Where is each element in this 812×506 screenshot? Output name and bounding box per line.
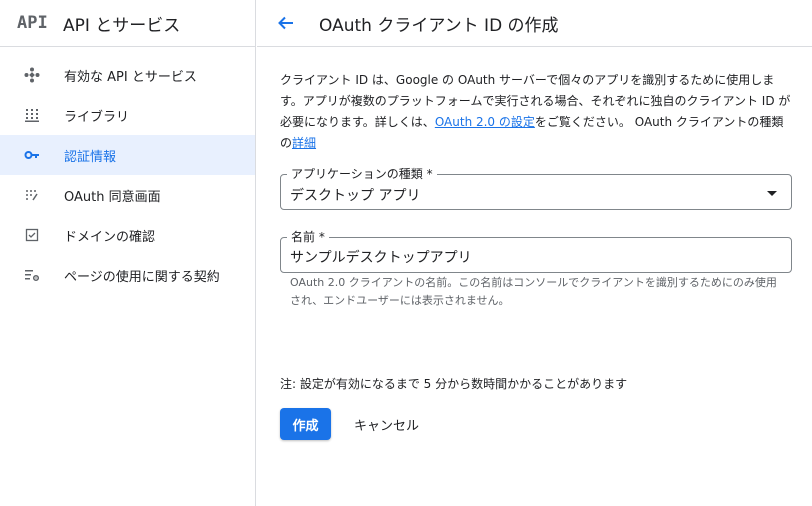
sidebar-item-label: ページの使用に関する契約 (64, 269, 220, 285)
key-icon (24, 147, 40, 163)
main-content: クライアント ID は、Google の OAuth サーバーで個々のアプリを識… (280, 70, 792, 440)
name-label: 名前 * (287, 230, 329, 244)
sidebar-item-library[interactable]: ライブラリ (0, 95, 255, 135)
name-value: サンプルデスクトップアプリ (290, 250, 472, 266)
sidebar-item-label: ドメインの確認 (64, 229, 156, 245)
oauth-settings-link[interactable]: OAuth 2.0 の設定 (435, 115, 535, 129)
library-icon (24, 107, 40, 123)
sidebar-nav: 有効な API とサービス ライブラリ 認証情報 OAuth 同意画面 ドメイン… (0, 47, 255, 295)
application-type-select[interactable]: アプリケーションの種類 * デスクトップ アプリ (280, 167, 792, 210)
name-helper-text: OAuth 2.0 クライアントの名前。この名前はコンソールでクライアントを識別… (290, 276, 777, 307)
sidebar-item-oauth-consent[interactable]: OAuth 同意画面 (0, 175, 255, 215)
application-type-label: アプリケーションの種類 * (287, 167, 437, 181)
sidebar-header: API API とサービス (0, 0, 255, 47)
settings-note: 注: 設定が有効になるまで 5 分から数時間かかることがあります (280, 377, 628, 391)
sidebar-item-domain-verification[interactable]: ドメインの確認 (0, 215, 255, 255)
sidebar-item-label: 有効な API とサービス (64, 69, 197, 85)
api-diamond-icon (24, 67, 40, 83)
cancel-button[interactable]: キャンセル (346, 408, 427, 440)
create-button[interactable]: 作成 (280, 408, 331, 440)
product-title: API とサービス (63, 15, 181, 36)
sidebar: API API とサービス 有効な API とサービス ライブラリ 認証情報 O… (0, 0, 256, 506)
page-title: OAuth クライアント ID の作成 (319, 15, 559, 36)
page-header: OAuth クライアント ID の作成 (257, 0, 812, 47)
description: クライアント ID は、Google の OAuth サーバーで個々のアプリを識… (280, 70, 792, 154)
settings-list-icon (24, 267, 40, 283)
sidebar-item-label: ライブラリ (64, 109, 130, 125)
sidebar-item-enabled-apis[interactable]: 有効な API とサービス (0, 55, 255, 95)
name-field[interactable]: 名前 * サンプルデスクトップアプリ (280, 230, 792, 273)
consent-dots-icon (24, 187, 40, 203)
details-link[interactable]: 詳細 (292, 136, 316, 150)
sidebar-item-credentials[interactable]: 認証情報 (0, 135, 255, 175)
back-arrow-icon[interactable] (274, 11, 298, 35)
application-type-value: デスクトップ アプリ (290, 188, 421, 204)
sidebar-item-label: 認証情報 (64, 149, 117, 165)
dropdown-arrow-icon (767, 191, 777, 196)
api-logo: API (17, 13, 48, 33)
sidebar-item-page-usage-agreements[interactable]: ページの使用に関する契約 (0, 255, 255, 295)
sidebar-item-label: OAuth 同意画面 (64, 189, 161, 205)
checkbox-icon (24, 227, 40, 243)
